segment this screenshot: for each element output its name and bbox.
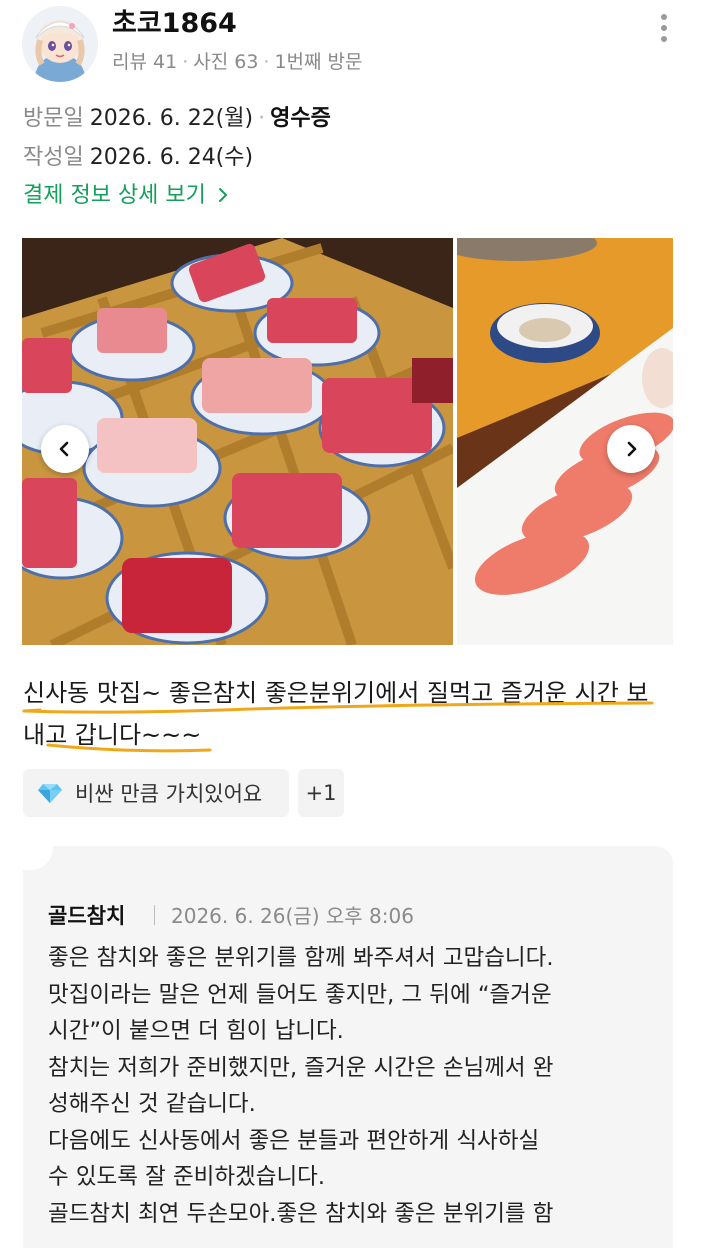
reply-line: 좋은 참치와 좋은 분위기를 함께 봐주셔서 고맙습니다. — [48, 945, 554, 971]
reply-line: 성해주신 것 같습니다. — [48, 1091, 256, 1117]
visit-date-label: 방문일 — [23, 106, 84, 131]
separator-dot: · — [182, 51, 189, 73]
owner-reply: 골드참치 2026. 6. 26(금) 오후 8:06 좋은 참치와 좋은 분위… — [23, 846, 673, 1248]
owner-name: 골드참치 — [48, 904, 126, 928]
written-date: 2026. 6. 24(수) — [89, 145, 254, 170]
receipt-badge: 영수증 — [270, 106, 331, 131]
diamond-icon — [38, 784, 62, 803]
payment-detail-link[interactable]: 결제 정보 상세 보기 — [23, 180, 229, 212]
dot-icon — [661, 36, 667, 42]
dot-icon — [661, 25, 667, 31]
separator-dot: · — [258, 106, 266, 131]
reply-line: 참치는 저희가 준비했지만, 즐거운 시간은 손님께서 완 — [48, 1054, 554, 1081]
written-date-label: 작성일 — [23, 145, 84, 170]
dot-icon — [661, 14, 667, 20]
visit-count: 1번째 방문 — [274, 51, 363, 73]
reply-line: 시간”이 붙으면 더 힘이 납니다. — [48, 1018, 344, 1044]
reply-line: 골드참치 최연 두손모아.좋은 참치와 좋은 분위기를 함 — [48, 1200, 554, 1227]
avatar[interactable] — [22, 6, 98, 82]
more-options-button[interactable] — [648, 10, 680, 46]
review-text: 신사동 맛집~ 좋은참치 좋은분위기에서 질먹고 즐거운 시간 보내고 갑니다~… — [23, 679, 649, 749]
visit-date: 2026. 6. 22(월) — [89, 106, 254, 131]
divider — [154, 905, 155, 925]
username[interactable]: 초코1864 — [112, 6, 237, 42]
chevron-right-icon — [218, 188, 228, 202]
reply-date: 2026. 6. 26(금) 오후 8:06 — [171, 904, 414, 928]
keyword-tag[interactable]: 비싼 만큼 가치있어요 — [23, 769, 289, 817]
user-stats: 리뷰 41 · 사진 63 · 1번째 방문 — [112, 48, 363, 76]
payment-detail-label: 결제 정보 상세 보기 — [23, 183, 206, 208]
carousel-next-button[interactable] — [607, 425, 655, 473]
chevron-right-icon — [627, 441, 637, 457]
keyword-tag-label: 비싼 만큼 가치있어요 — [75, 782, 263, 806]
reply-line: 수 있도록 잘 준비하겠습니다. — [48, 1164, 326, 1190]
visit-date-row: 방문일 2026. 6. 22(월) · 영수증 — [23, 103, 331, 135]
reply-line: 맛집이라는 말은 언제 들어도 좋지만, 그 뒤에 “즐거운 — [48, 981, 552, 1008]
reply-line: 다음에도 신사동에서 좋은 분들과 편안하게 식사하실 — [48, 1127, 540, 1154]
written-date-row: 작성일 2026. 6. 24(수) — [23, 142, 253, 174]
photo-count: 사진 63 — [193, 51, 259, 73]
avatar-character-icon — [22, 6, 98, 82]
reply-text: 좋은 참치와 좋은 분위기를 함께 봐주셔서 고맙습니다. 맛집이라는 말은 언… — [48, 940, 658, 1232]
chevron-left-icon — [59, 441, 69, 457]
carousel-prev-button[interactable] — [41, 425, 89, 473]
review-count: 리뷰 41 — [112, 51, 178, 73]
separator-dot: · — [263, 51, 270, 73]
more-tags-button[interactable]: +1 — [298, 769, 344, 817]
